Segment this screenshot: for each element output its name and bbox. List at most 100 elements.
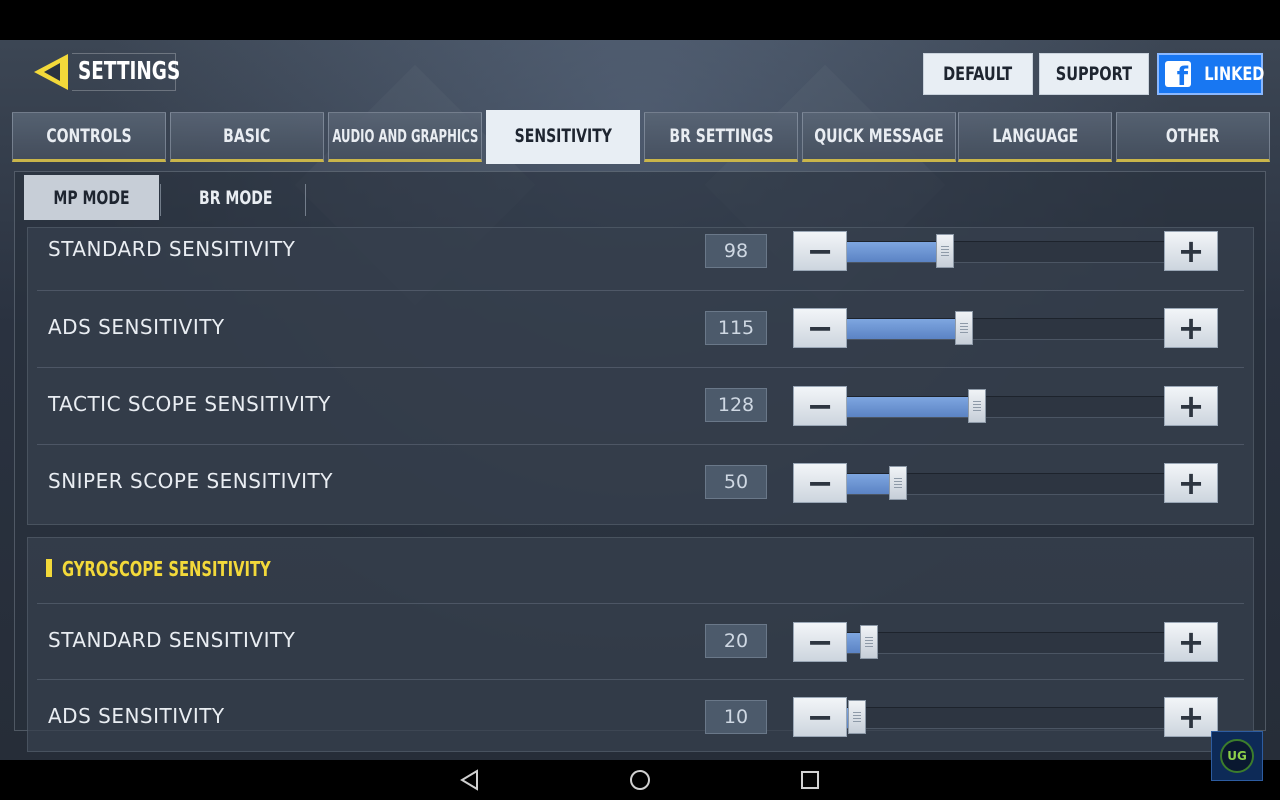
plus-icon: +: [1177, 309, 1205, 347]
row-label: SNIPER SCOPE SENSITIVITY: [48, 469, 333, 493]
tab-audio-and-graphics[interactable]: AUDIO AND GRAPHICS: [328, 112, 482, 162]
value-field[interactable]: 10: [705, 700, 767, 734]
minus-icon: −: [806, 232, 834, 270]
tab-other[interactable]: OTHER: [1116, 112, 1270, 162]
row-label: STANDARD SENSITIVITY: [48, 628, 296, 652]
row-divider: [37, 603, 1244, 604]
facebook-icon: [1165, 61, 1191, 90]
row-label: ADS SENSITIVITY: [48, 704, 225, 728]
slider-thumb[interactable]: [936, 234, 955, 268]
divider: [160, 184, 161, 216]
navigation-bar: [0, 760, 1280, 800]
mode-tab-label: MP MODE: [53, 186, 130, 209]
decrease-button[interactable]: −: [793, 386, 847, 426]
increase-button[interactable]: +: [1164, 308, 1218, 348]
tab-label: LANGUAGE: [992, 125, 1078, 147]
page-title: SETTINGS: [78, 56, 181, 85]
decrease-button[interactable]: −: [793, 463, 847, 503]
row-label: TACTIC SCOPE SENSITIVITY: [48, 392, 331, 416]
tab-language[interactable]: LANGUAGE: [958, 112, 1112, 162]
default-button[interactable]: DEFAULT: [923, 53, 1033, 95]
slider-thumb[interactable]: [847, 700, 866, 734]
tab-controls[interactable]: CONTROLS: [12, 112, 166, 162]
mode-tab-mp[interactable]: MP MODE: [24, 175, 159, 220]
tab-label: SENSITIVITY: [514, 125, 612, 147]
nav-back-button[interactable]: [456, 766, 484, 794]
minus-icon: −: [806, 309, 834, 347]
tab-label: BASIC: [223, 125, 271, 147]
divider: [305, 184, 306, 216]
watermark-text: UG: [1220, 739, 1254, 773]
row-divider: [37, 679, 1244, 680]
value-field[interactable]: 115: [705, 311, 767, 345]
nav-recent-apps-icon: [801, 771, 819, 789]
slider-thumb[interactable]: [955, 311, 974, 345]
tab-sensitivity[interactable]: SENSITIVITY: [486, 110, 640, 164]
increase-button[interactable]: +: [1164, 697, 1218, 737]
section-marker: [46, 559, 52, 577]
row-divider: [37, 367, 1244, 368]
minus-icon: −: [806, 623, 834, 661]
tab-label: OTHER: [1166, 125, 1220, 147]
minus-icon: −: [806, 464, 834, 502]
decrease-button[interactable]: −: [793, 231, 847, 271]
plus-icon: +: [1177, 698, 1205, 736]
slider-track[interactable]: [847, 700, 1164, 734]
watermark-logo: UG: [1211, 731, 1263, 781]
tab-basic[interactable]: BASIC: [170, 112, 324, 162]
slider-thumb[interactable]: [967, 389, 986, 423]
tab-br-settings[interactable]: BR SETTINGS: [644, 112, 798, 162]
value-field[interactable]: 128: [705, 388, 767, 422]
row-divider: [37, 290, 1244, 291]
linked-button-label: LINKED: [1204, 63, 1265, 85]
value-field[interactable]: 98: [705, 234, 767, 268]
slider-track[interactable]: [847, 625, 1164, 659]
tab-label: AUDIO AND GRAPHICS: [331, 125, 479, 147]
increase-button[interactable]: +: [1164, 386, 1218, 426]
default-button-label: DEFAULT: [943, 63, 1013, 85]
decrease-button[interactable]: −: [793, 697, 847, 737]
slider-fill: [847, 242, 946, 262]
decrease-button[interactable]: −: [793, 308, 847, 348]
slider-thumb[interactable]: [860, 625, 879, 659]
tab-quick-message[interactable]: QUICK MESSAGE: [802, 112, 956, 162]
value-field[interactable]: 50: [705, 465, 767, 499]
row-divider: [37, 444, 1244, 445]
decrease-button[interactable]: −: [793, 622, 847, 662]
support-button[interactable]: SUPPORT: [1039, 53, 1149, 95]
nav-back-icon: [460, 769, 478, 791]
slider-thumb[interactable]: [888, 466, 907, 500]
tab-label: BR SETTINGS: [668, 125, 774, 147]
support-button-label: SUPPORT: [1055, 63, 1133, 85]
slider-track[interactable]: [847, 466, 1164, 500]
slider-track[interactable]: [847, 389, 1164, 423]
slider-fill: [847, 319, 965, 339]
slider-fill: [847, 397, 977, 417]
tab-label: CONTROLS: [46, 125, 132, 147]
minus-icon: −: [806, 387, 834, 425]
slider-track[interactable]: [847, 234, 1164, 268]
minus-icon: −: [806, 698, 834, 736]
plus-icon: +: [1177, 232, 1205, 270]
gyroscope-title-text: GYROSCOPE SENSITIVITY: [62, 557, 271, 581]
increase-button[interactable]: +: [1164, 622, 1218, 662]
increase-button[interactable]: +: [1164, 463, 1218, 503]
nav-home-button[interactable]: [626, 766, 654, 794]
nav-home-icon: [630, 770, 650, 790]
row-label: ADS SENSITIVITY: [48, 315, 225, 339]
gyroscope-section-title: GYROSCOPE SENSITIVITY: [62, 557, 317, 581]
tab-label: QUICK MESSAGE: [814, 125, 944, 147]
mode-tab-label: BR MODE: [198, 186, 273, 209]
back-button[interactable]: [32, 52, 70, 92]
plus-icon: +: [1177, 464, 1205, 502]
mode-tab-br[interactable]: BR MODE: [168, 175, 303, 220]
plus-icon: +: [1177, 623, 1205, 661]
slider-track[interactable]: [847, 311, 1164, 345]
value-field[interactable]: 20: [705, 624, 767, 658]
row-label: STANDARD SENSITIVITY: [48, 237, 296, 261]
linked-button[interactable]: LINKED: [1157, 53, 1265, 95]
increase-button[interactable]: +: [1164, 231, 1218, 271]
nav-recent-apps-button[interactable]: [796, 766, 824, 794]
plus-icon: +: [1177, 387, 1205, 425]
back-arrow-icon: [34, 54, 68, 90]
